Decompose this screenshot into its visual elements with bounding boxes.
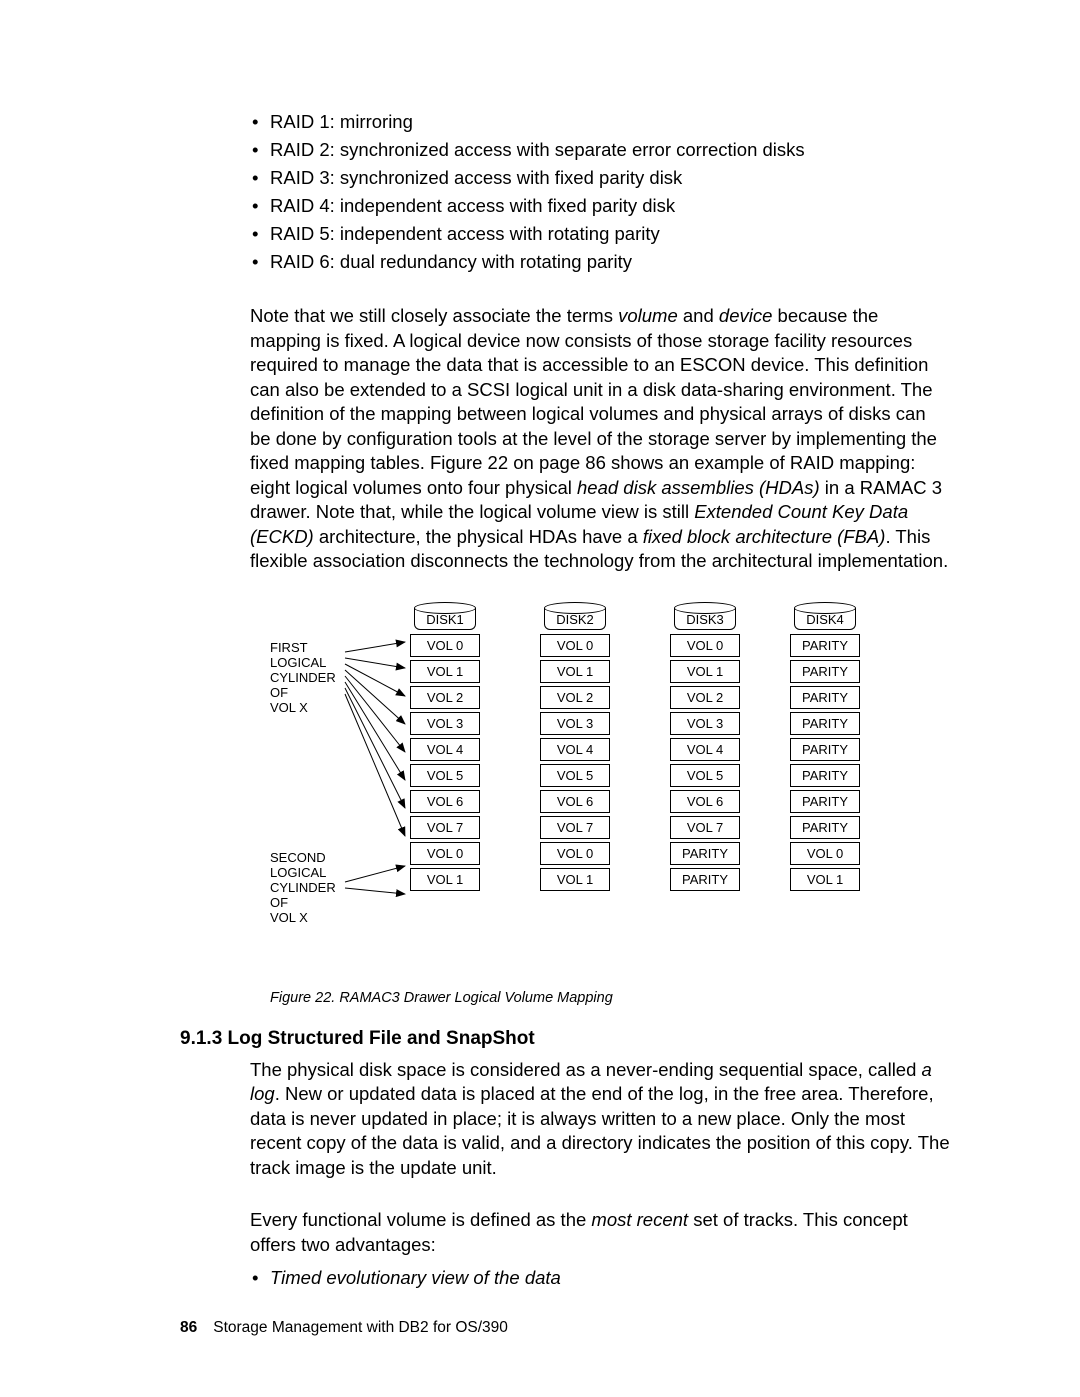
raid-item: RAID 3: synchronized access with fixed p… xyxy=(250,164,950,192)
cell: VOL 7 xyxy=(540,816,610,839)
cell: VOL 1 xyxy=(410,660,480,683)
cell: VOL 2 xyxy=(670,686,740,709)
cell: VOL 4 xyxy=(670,738,740,761)
advantages-list: Timed evolutionary view of the data xyxy=(250,1265,950,1291)
footer-title: Storage Management with DB2 for OS/390 xyxy=(213,1319,508,1336)
paragraph-mapping: Note that we still closely associate the… xyxy=(250,304,950,574)
cell: PARITY xyxy=(790,790,860,813)
cell: VOL 0 xyxy=(540,634,610,657)
cell: PARITY xyxy=(790,660,860,683)
cell: VOL 3 xyxy=(540,712,610,735)
raid-list: RAID 1: mirroring RAID 2: synchronized a… xyxy=(250,108,950,276)
cell: VOL 1 xyxy=(540,868,610,891)
cell: VOL 3 xyxy=(670,712,740,735)
cell: VOL 1 xyxy=(540,660,610,683)
cell: PARITY xyxy=(790,634,860,657)
cell: VOL 0 xyxy=(410,634,480,657)
cell: VOL 6 xyxy=(670,790,740,813)
cell: VOL 4 xyxy=(540,738,610,761)
paragraph-log: The physical disk space is considered as… xyxy=(250,1058,950,1181)
cell: VOL 0 xyxy=(410,842,480,865)
cell: VOL 4 xyxy=(410,738,480,761)
cell: VOL 6 xyxy=(410,790,480,813)
side-label-first: FIRST LOGICAL CYLINDER OF VOL X xyxy=(270,640,336,715)
page-number: 86 xyxy=(180,1319,197,1336)
cell: VOL 0 xyxy=(670,634,740,657)
cell: PARITY xyxy=(790,738,860,761)
cell: PARITY xyxy=(790,816,860,839)
cell: VOL 5 xyxy=(410,764,480,787)
cell: VOL 1 xyxy=(670,660,740,683)
cell: VOL 6 xyxy=(540,790,610,813)
side-label-second: SECOND LOGICAL CYLINDER OF VOL X xyxy=(270,850,336,925)
paragraph-advantages-intro: Every functional volume is defined as th… xyxy=(250,1208,950,1257)
cell: VOL 7 xyxy=(670,816,740,839)
page-footer: 86 Storage Management with DB2 for OS/390 xyxy=(180,1319,508,1337)
figure-raid-mapping: FIRST LOGICAL CYLINDER OF VOL X SECOND L… xyxy=(250,602,950,972)
advantage-item: Timed evolutionary view of the data xyxy=(250,1265,950,1291)
raid-item: RAID 2: synchronized access with separat… xyxy=(250,136,950,164)
section-heading: 9.1.3 Log Structured File and SnapShot xyxy=(180,1028,950,1050)
cell: VOL 5 xyxy=(540,764,610,787)
cell: PARITY xyxy=(790,686,860,709)
raid-item: RAID 5: independent access with rotating… xyxy=(250,220,950,248)
cell: PARITY xyxy=(670,842,740,865)
cell: VOL 5 xyxy=(670,764,740,787)
cell: VOL 2 xyxy=(540,686,610,709)
cell: PARITY xyxy=(670,868,740,891)
cell: VOL 3 xyxy=(410,712,480,735)
cell: VOL 7 xyxy=(410,816,480,839)
cell: VOL 1 xyxy=(410,868,480,891)
figure-caption: Figure 22. RAMAC3 Drawer Logical Volume … xyxy=(270,990,950,1006)
cell: VOL 0 xyxy=(540,842,610,865)
raid-item: RAID 1: mirroring xyxy=(250,108,950,136)
raid-item: RAID 6: dual redundancy with rotating pa… xyxy=(250,248,950,276)
cell: VOL 0 xyxy=(790,842,860,865)
cell: VOL 1 xyxy=(790,868,860,891)
cell: PARITY xyxy=(790,764,860,787)
cell: PARITY xyxy=(790,712,860,735)
raid-item: RAID 4: independent access with fixed pa… xyxy=(250,192,950,220)
cell: VOL 2 xyxy=(410,686,480,709)
